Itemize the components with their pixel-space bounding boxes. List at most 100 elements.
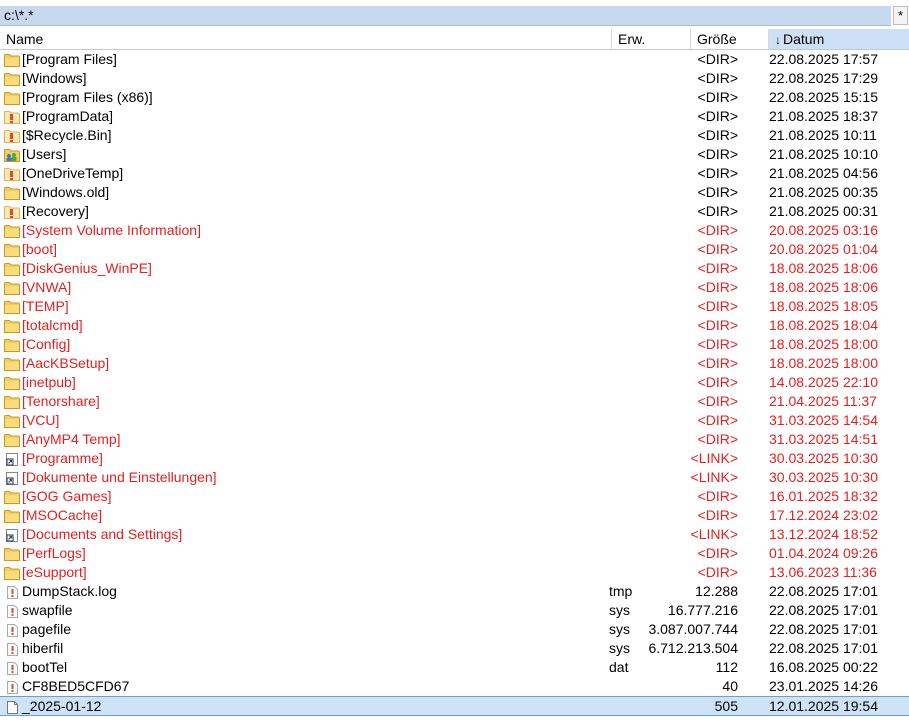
file-row[interactable]: [MSOCache] <DIR> 17.12.2024 23:02: [0, 506, 909, 525]
file-date: 01.04.2024 09:26: [769, 545, 878, 561]
file-row[interactable]: [Documents and Settings] <LINK> 13.12.2024…: [0, 525, 909, 544]
folder-icon: [4, 376, 20, 390]
folder-icon: [4, 509, 20, 523]
file-row[interactable]: bootTel dat 112 16.08.2025 00:22: [0, 658, 909, 677]
file-row[interactable]: swapfile sys 16.777.216 22.08.2025 17:01: [0, 601, 909, 620]
file-size: <DIR>: [697, 507, 738, 523]
file-name: [DiskGenius_WinPE]: [22, 260, 152, 276]
file-row[interactable]: [DiskGenius_WinPE] <DIR> 18.08.2025 18:06: [0, 259, 909, 278]
column-date-label: Datum: [783, 31, 825, 47]
file-row[interactable]: [AnyMP4 Temp] <DIR> 31.03.2025 14:51: [0, 430, 909, 449]
file-row[interactable]: [inetpub] <DIR> 14.08.2025 22:10: [0, 373, 909, 392]
folder-icon: [4, 566, 20, 580]
file-size: <DIR>: [697, 317, 738, 333]
file-name: pagefile: [22, 621, 72, 637]
file-date: 21.04.2025 11:37: [769, 393, 877, 409]
file-name: DumpStack.log: [22, 583, 117, 599]
file-row[interactable]: CF8BED5CFD67 40 23.01.2025 14:26: [0, 677, 909, 696]
file-size: <DIR>: [697, 279, 738, 295]
file-row[interactable]: [Windows] <DIR> 22.08.2025 17:29: [0, 69, 909, 88]
file-row[interactable]: [Programme] <LINK> 30.03.2025 10:30: [0, 449, 909, 468]
file-size: <DIR>: [697, 355, 738, 371]
file-row[interactable]: [Recovery] <DIR> 21.08.2025 00:31: [0, 202, 909, 221]
column-date[interactable]: ↓ Datum: [768, 29, 909, 49]
file-row[interactable]: [Program Files] <DIR> 22.08.2025 17:57: [0, 50, 909, 69]
file-row[interactable]: [OneDriveTemp] <DIR> 21.08.2025 04:56: [0, 164, 909, 183]
file-ext: sys: [609, 602, 630, 618]
file-row[interactable]: [totalcmd] <DIR> 18.08.2025 18:04: [0, 316, 909, 335]
folder-icon: [4, 91, 20, 105]
file-row[interactable]: [GOG Games] <DIR> 16.01.2025 18:32: [0, 487, 909, 506]
file-name: [Programme]: [22, 450, 103, 466]
file-row[interactable]: [TEMP] <DIR> 18.08.2025 18:05: [0, 297, 909, 316]
path-bar[interactable]: c:\*.*: [0, 6, 891, 26]
file-icon: [4, 700, 20, 714]
file-size: <DIR>: [697, 431, 738, 447]
current-path: c:\*.*: [4, 7, 34, 23]
folder-icon: [4, 547, 20, 561]
file-row[interactable]: [Program Files (x86)] <DIR> 22.08.2025 15:…: [0, 88, 909, 107]
file-row-selected[interactable]: _2025-01-12 505 12.01.2025 19:54: [0, 696, 909, 716]
file-date: 22.08.2025 15:15: [769, 89, 878, 105]
file-name: [Users]: [22, 146, 67, 162]
hidden-file-icon: [4, 642, 20, 656]
file-size: <DIR>: [697, 393, 738, 409]
file-row[interactable]: DumpStack.log tmp 12.288 22.08.2025 17:01: [0, 582, 909, 601]
hidden-file-icon: [4, 661, 20, 675]
file-name: [Windows.old]: [22, 184, 110, 200]
file-date: 20.08.2025 03:16: [769, 222, 878, 238]
file-name: [Dokumente und Einstellungen]: [22, 469, 217, 485]
hidden-folder-icon: [4, 110, 20, 124]
file-row[interactable]: [VCU] <DIR> 31.03.2025 14:54: [0, 411, 909, 430]
folder-icon: [4, 72, 20, 86]
folder-icon: [4, 433, 20, 447]
file-name: [$Recycle.Bin]: [22, 127, 112, 143]
file-row[interactable]: [eSupport] <DIR> 13.06.2023 11:36: [0, 563, 909, 582]
file-row[interactable]: hiberfil sys 6.712.213.504 22.08.2025 17:01: [0, 639, 909, 658]
folder-icon: [4, 224, 20, 238]
folder-icon: [4, 414, 20, 428]
file-date: 23.01.2025 14:26: [769, 678, 878, 694]
hidden-file-icon: [4, 585, 20, 599]
file-date: 22.08.2025 17:01: [769, 602, 878, 618]
file-name: [Documents and Settings]: [22, 526, 183, 542]
file-name: [eSupport]: [22, 564, 87, 580]
file-row[interactable]: [PerfLogs] <DIR> 01.04.2024 09:26: [0, 544, 909, 563]
file-row[interactable]: [Windows.old] <DIR> 21.08.2025 00:35: [0, 183, 909, 202]
file-row[interactable]: [ProgramData] <DIR> 21.08.2025 18:37: [0, 107, 909, 126]
column-ext[interactable]: Erw.: [611, 29, 690, 49]
folder-icon: [4, 53, 20, 67]
column-size[interactable]: Größe: [690, 29, 768, 49]
filter-button[interactable]: *: [893, 6, 908, 25]
file-size: <DIR>: [697, 488, 738, 504]
file-date: 18.08.2025 18:06: [769, 279, 878, 295]
file-date: 21.08.2025 10:10: [769, 146, 878, 162]
file-row[interactable]: [$Recycle.Bin] <DIR> 21.08.2025 10:11: [0, 126, 909, 145]
file-name: [ProgramData]: [22, 108, 114, 124]
file-size: <DIR>: [697, 336, 738, 352]
file-name: [OneDriveTemp]: [22, 165, 124, 181]
file-row[interactable]: [boot] <DIR> 20.08.2025 01:04: [0, 240, 909, 259]
file-row[interactable]: [Config] <DIR> 18.08.2025 18:00: [0, 335, 909, 354]
file-name: [System Volume Information]: [22, 222, 201, 238]
file-date: 21.08.2025 04:56: [769, 165, 878, 181]
column-header: Name Erw. Größe ↓ Datum: [0, 29, 909, 50]
file-list[interactable]: [Program Files] <DIR> 22.08.2025 17:57 [Win…: [0, 50, 909, 716]
file-row[interactable]: [System Volume Information] <DIR> 20.08.20…: [0, 221, 909, 240]
folder-icon: [4, 357, 20, 371]
file-size: <DIR>: [697, 89, 738, 105]
file-row[interactable]: [VNWA] <DIR> 18.08.2025 18:06: [0, 278, 909, 297]
column-name[interactable]: Name: [0, 29, 611, 49]
file-name: [Windows]: [22, 70, 87, 86]
file-date: 16.01.2025 18:32: [769, 488, 878, 504]
folder-icon: [4, 300, 20, 314]
file-row[interactable]: [Users] <DIR> 21.08.2025 10:10: [0, 145, 909, 164]
file-row[interactable]: [Tenorshare] <DIR> 21.04.2025 11:37: [0, 392, 909, 411]
file-row[interactable]: pagefile sys 3.087.007.744 22.08.2025 17:01: [0, 620, 909, 639]
file-name: [GOG Games]: [22, 488, 112, 504]
file-date: 22.08.2025 17:57: [769, 51, 878, 67]
file-row[interactable]: [AacKBSetup] <DIR> 18.08.2025 18:00: [0, 354, 909, 373]
file-name: [totalcmd]: [22, 317, 83, 333]
file-row[interactable]: [Dokumente und Einstellungen] <LINK> 30.03…: [0, 468, 909, 487]
folder-icon: [4, 243, 20, 257]
